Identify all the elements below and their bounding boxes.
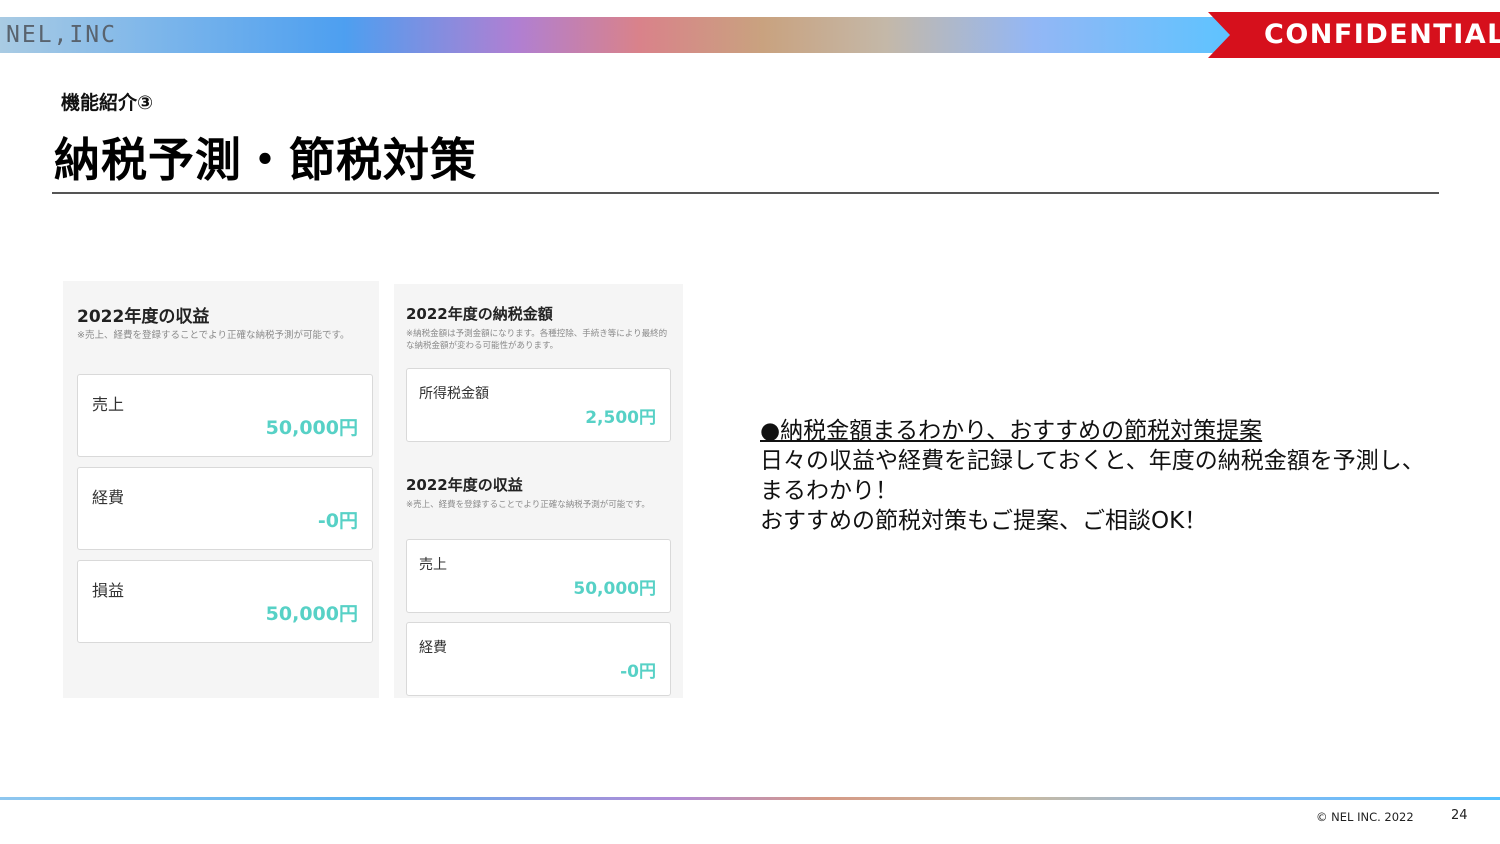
title-divider [52,192,1439,194]
sales-card-2: 売上 50,000円 [406,539,671,613]
confidential-badge: CONFIDENTIAL [1208,12,1500,58]
confidential-label: CONFIDENTIAL [1264,19,1500,50]
sales-label-2: 売上 [419,557,447,573]
income-section-note: ※売上、経費を登録することでより正確な納税予測が可能です。 [77,330,350,341]
income-section-note-2: ※売上、経費を登録することでより正確な納税予測が可能です。 [406,500,650,510]
expense-label: 経費 [92,488,125,507]
income-tax-card: 所得税金額 2,500円 [406,368,671,442]
brand-logo: NEL,INC [6,22,117,48]
expense-card-2: 経費 -0円 [406,622,671,696]
profit-value: 50,000円 [265,603,358,625]
income-tax-value: 2,500円 [585,408,656,428]
sales-value-2: 50,000円 [573,579,656,599]
feature-text-line2: おすすめの節税対策もご提案、ご相談OK！ [760,508,1208,534]
sales-card: 売上 50,000円 [77,374,373,457]
slide-subtitle: 機能紹介③ [61,92,154,114]
slide-title: 納税予測・節税対策 [54,133,477,187]
expense-value: -0円 [317,510,358,532]
income-screen-panel: 2022年度の収益 ※売上、経費を登録することでより正確な納税予測が可能です。 … [63,281,379,698]
feature-headline: ●納税金額まるわかり、おすすめの節税対策提案 [760,418,1263,444]
expense-card: 経費 -0円 [77,467,373,550]
expense-value-2: -0円 [620,662,656,682]
feature-text-line1: 日々の収益や経費を記録しておくと、年度の納税金額を予測し、まるわかり！ [760,448,1425,504]
sales-label: 売上 [92,395,125,414]
header-gradient-bar [0,17,1230,53]
feature-description: ●納税金額まるわかり、おすすめの節税対策提案 日々の収益や経費を記録しておくと、… [760,416,1440,536]
footer-gradient-line [0,797,1500,800]
income-section-title: 2022年度の収益 [77,307,210,327]
tax-screen-panel: 2022年度の納税金額 ※納税金額は予測金額になります。各種控除、手続き等により… [394,284,683,698]
profit-card: 損益 50,000円 [77,560,373,643]
sales-value: 50,000円 [265,417,358,439]
expense-label-2: 経費 [419,640,447,656]
tax-section-title: 2022年度の納税金額 [406,305,553,323]
tax-section-note: ※納税金額は予測金額になります。各種控除、手続き等により最終的な納税金額が変わる… [406,329,668,352]
page-number: 24 [1451,808,1468,823]
copyright-text: © NEL INC. 2022 [1316,810,1414,824]
income-section-title-2: 2022年度の収益 [406,476,523,494]
profit-label: 損益 [92,581,125,600]
income-tax-label: 所得税金額 [419,386,489,402]
